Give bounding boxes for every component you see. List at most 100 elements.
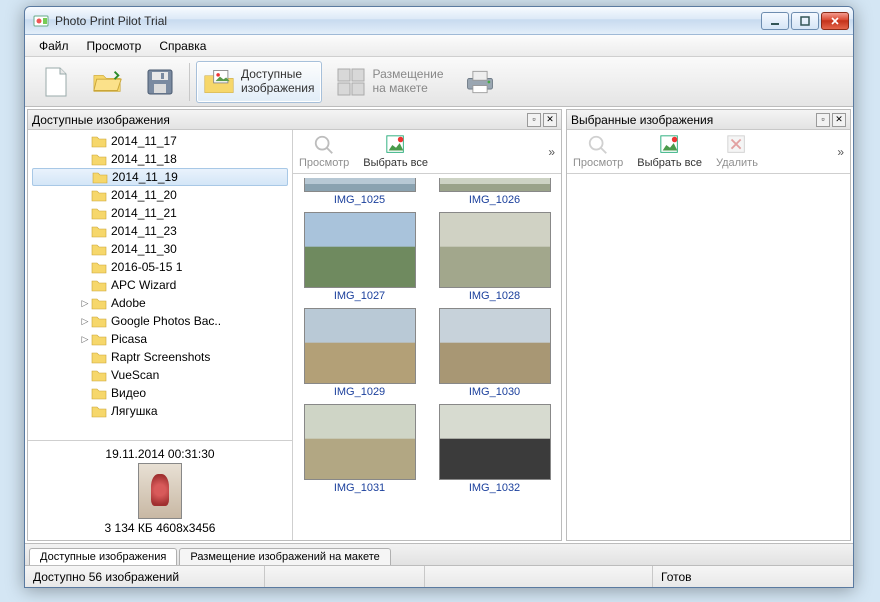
menu-help[interactable]: Справка bbox=[151, 37, 214, 55]
folder-tree[interactable]: 2014_11_17 2014_11_18 2014_11_192014_11_20… bbox=[28, 130, 292, 440]
thumbnail-cell[interactable]: IMG_1027 bbox=[297, 212, 422, 302]
thumbnail-image[interactable] bbox=[439, 404, 551, 480]
thumbs-toolbar-left: Просмотр Выбрать все » bbox=[293, 130, 561, 174]
tree-folder[interactable]: ▷ Adobe bbox=[28, 294, 292, 312]
tree-folder[interactable]: VueScan bbox=[28, 366, 292, 384]
bottom-tabs: Доступные изображения Размещение изображ… bbox=[25, 543, 853, 565]
layout-button[interactable]: Размещение на макете bbox=[328, 61, 451, 103]
toolbar-expand-right[interactable]: » bbox=[837, 145, 844, 159]
tree-folder[interactable]: 2014_11_30 bbox=[28, 240, 292, 258]
save-button[interactable] bbox=[137, 61, 183, 103]
thumbnail-image[interactable] bbox=[304, 404, 416, 480]
thumbnail-cell[interactable]: IMG_1026 bbox=[432, 178, 557, 206]
available-images-label: Доступные изображения bbox=[241, 68, 315, 96]
thumbnail-label: IMG_1027 bbox=[334, 290, 385, 302]
select-all-icon bbox=[385, 134, 407, 156]
thumbnail-image[interactable] bbox=[439, 308, 551, 384]
folder-label: 2014_11_30 bbox=[111, 242, 177, 256]
menu-view[interactable]: Просмотр bbox=[79, 37, 150, 55]
select-all-label-right: Выбрать все bbox=[637, 157, 702, 169]
statusbar: Доступно 56 изображений Готов bbox=[25, 565, 853, 587]
thumbnail-label: IMG_1032 bbox=[469, 482, 520, 494]
folder-label: Лягушка bbox=[111, 404, 158, 418]
thumbnail-label: IMG_1028 bbox=[469, 290, 520, 302]
new-button[interactable] bbox=[33, 61, 79, 103]
thumbnail-image[interactable] bbox=[439, 178, 551, 192]
tree-folder[interactable]: Видео bbox=[28, 384, 292, 402]
window-title: Photo Print Pilot Trial bbox=[55, 14, 761, 28]
folder-label: Raptr Screenshots bbox=[111, 350, 210, 364]
status-mid1 bbox=[265, 566, 425, 587]
preview-thumbnail[interactable] bbox=[138, 463, 182, 519]
panel-title-right: Выбранные изображения bbox=[571, 113, 814, 127]
panel-close-right[interactable]: ✕ bbox=[832, 113, 846, 127]
select-all-button[interactable]: Выбрать все bbox=[363, 134, 428, 169]
tree-folder[interactable]: Лягушка bbox=[28, 402, 292, 420]
thumbnail-image[interactable] bbox=[304, 212, 416, 288]
panel-pin-left[interactable]: ▫ bbox=[527, 113, 541, 127]
app-icon bbox=[33, 13, 49, 29]
bottom-tab-available[interactable]: Доступные изображения bbox=[29, 548, 177, 565]
menu-file[interactable]: Файл bbox=[31, 37, 77, 55]
tree-folder[interactable]: APC Wizard bbox=[28, 276, 292, 294]
select-all-button-right[interactable]: Выбрать все bbox=[637, 134, 702, 169]
status-left: Доступно 56 изображений bbox=[25, 566, 265, 587]
titlebar: Photo Print Pilot Trial bbox=[25, 7, 853, 35]
tree-folder[interactable]: 2014_11_21 bbox=[28, 204, 292, 222]
available-images-button[interactable]: Доступные изображения bbox=[196, 61, 322, 103]
folder-label: 2014_11_17 bbox=[111, 134, 177, 148]
thumbnail-cell[interactable]: IMG_1028 bbox=[432, 212, 557, 302]
expander-icon[interactable]: ▷ bbox=[79, 316, 91, 327]
photos-folder-icon bbox=[203, 66, 235, 98]
thumbnail-cell[interactable]: IMG_1031 bbox=[297, 404, 422, 494]
folder-label: 2014_11_18 bbox=[111, 152, 177, 166]
thumbnail-cell[interactable]: IMG_1029 bbox=[297, 308, 422, 398]
minimize-button[interactable] bbox=[761, 12, 789, 30]
tree-folder[interactable]: 2014_11_17 bbox=[28, 132, 292, 150]
maximize-button[interactable] bbox=[791, 12, 819, 30]
thumbnail-cell[interactable]: IMG_1032 bbox=[432, 404, 557, 494]
thumbnail-cell[interactable]: IMG_1030 bbox=[432, 308, 557, 398]
tree-folder[interactable]: 2014_11_23 bbox=[28, 222, 292, 240]
folder-label: 2014_11_23 bbox=[111, 224, 177, 238]
tree-folder[interactable]: ▷Google Photos Bac.. bbox=[28, 312, 292, 330]
select-all-icon bbox=[659, 134, 681, 156]
thumb-view-button: Просмотр bbox=[299, 134, 349, 169]
thumbnail-cell[interactable]: IMG_1025 bbox=[297, 178, 422, 206]
folder-label: 2014_11_21 bbox=[111, 206, 177, 220]
status-right: Готов bbox=[653, 566, 853, 587]
toolbar-expand-left[interactable]: » bbox=[548, 145, 555, 159]
blank-page-icon bbox=[40, 66, 72, 98]
folder-label: Видео bbox=[111, 386, 146, 400]
thumbnail-image[interactable] bbox=[439, 212, 551, 288]
tree-folder[interactable]: 2014_11_20 bbox=[28, 186, 292, 204]
thumbnail-image[interactable] bbox=[304, 308, 416, 384]
folder-label: Adobe bbox=[111, 296, 146, 310]
delete-button-right: Удалить bbox=[716, 134, 758, 169]
selected-images-panel: Выбранные изображения ▫ ✕ Просмотр Выбра… bbox=[566, 109, 851, 541]
toolbar: Доступные изображения Размещение на маке… bbox=[25, 57, 853, 107]
panel-header-right: Выбранные изображения ▫ ✕ bbox=[567, 110, 850, 130]
layout-label: Размещение на макете bbox=[373, 68, 444, 96]
tree-folder[interactable]: 2014_11_19 bbox=[32, 168, 288, 186]
folder-label: 2016-05-15 1 bbox=[111, 260, 182, 274]
tree-folder[interactable]: 2016-05-15 1 bbox=[28, 258, 292, 276]
tree-folder[interactable]: ▷Picasa bbox=[28, 330, 292, 348]
workarea: Доступные изображения ▫ ✕ 2014_11_172014… bbox=[25, 107, 853, 543]
print-button[interactable] bbox=[457, 61, 503, 103]
panel-close-left[interactable]: ✕ bbox=[543, 113, 557, 127]
bottom-tab-layout[interactable]: Размещение изображений на макете bbox=[179, 548, 390, 565]
printer-icon bbox=[464, 66, 496, 98]
open-button[interactable] bbox=[85, 61, 131, 103]
thumbnails-pane: Просмотр Выбрать все » IMG_1025IMG_1026I… bbox=[293, 130, 561, 540]
expander-icon[interactable]: ▷ bbox=[79, 334, 91, 345]
thumbnail-image[interactable] bbox=[304, 178, 416, 192]
tree-folder[interactable]: Raptr Screenshots bbox=[28, 348, 292, 366]
expander-icon[interactable]: ▷ bbox=[79, 298, 91, 309]
preview-panel: 19.11.2014 00:31:30 3 134 КБ 4608x3456 bbox=[28, 440, 292, 540]
close-button[interactable] bbox=[821, 12, 849, 30]
tree-folder[interactable]: 2014_11_18 bbox=[28, 150, 292, 168]
thumbnails-scroll[interactable]: IMG_1025 IMG_1026 IMG_1027 IMG_1028 IMG_1029… bbox=[293, 174, 561, 540]
panel-pin-right[interactable]: ▫ bbox=[816, 113, 830, 127]
select-all-label: Выбрать все bbox=[363, 157, 428, 169]
